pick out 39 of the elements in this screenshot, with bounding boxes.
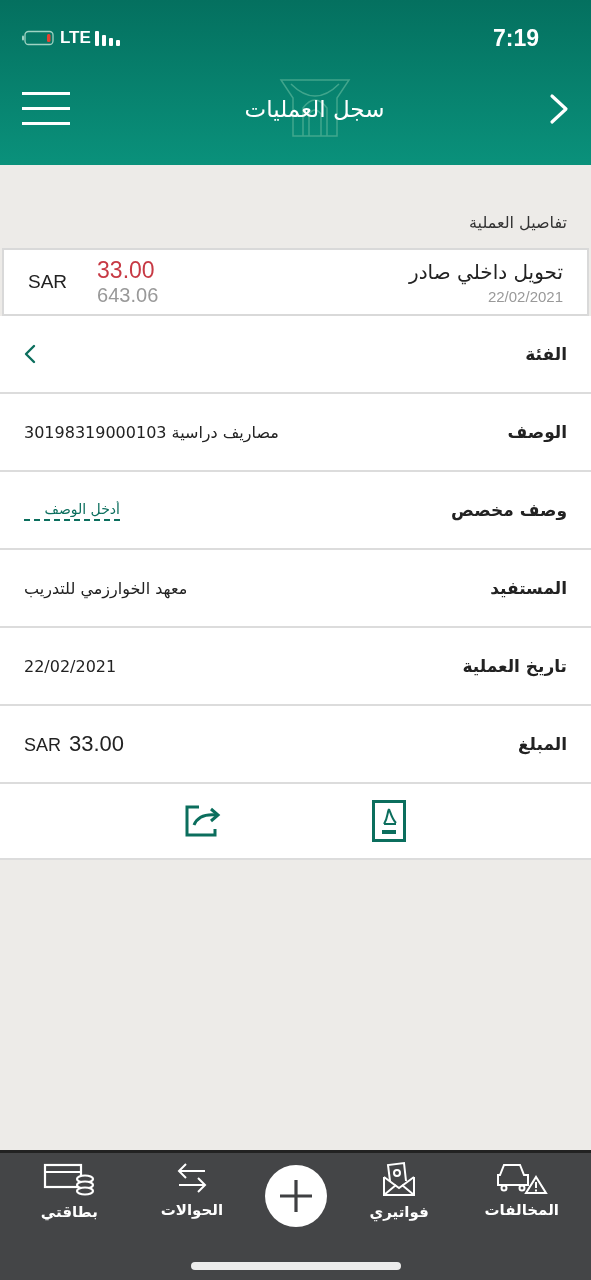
section-heading: تفاصيل العملية xyxy=(467,212,568,234)
clock-time: 7:19 xyxy=(492,24,539,52)
battery-icon xyxy=(22,30,56,46)
field-value: 22/02/2021 xyxy=(24,656,117,676)
amount-value: 33.00 xyxy=(69,731,125,757)
field-label: وصف مخصص xyxy=(451,500,567,520)
tab-item[interactable]: الحوالات xyxy=(141,1161,242,1219)
field-label: المبلغ xyxy=(517,734,567,754)
menu-icon xyxy=(22,89,70,128)
tab-item[interactable]: بطاقتي xyxy=(19,1161,120,1221)
plus-icon xyxy=(277,1178,314,1214)
chevron-right-icon xyxy=(549,92,569,125)
currency-label: SAR xyxy=(28,271,68,293)
field-label: الفئة xyxy=(525,344,567,364)
share-button[interactable] xyxy=(185,805,222,837)
balance-amount: 643.06 xyxy=(97,284,159,307)
field-value: معهد الخوارزمي للتدريب xyxy=(24,578,188,598)
field-label: تاريخ العملية xyxy=(462,656,567,676)
menu-button[interactable] xyxy=(22,89,70,128)
currency-label: SAR xyxy=(24,735,61,756)
transaction-amount: 33.00 xyxy=(97,257,156,284)
field-label: الوصف xyxy=(507,422,567,442)
chevron-left-icon xyxy=(24,344,36,364)
tab-item[interactable]: المخالفات xyxy=(471,1161,572,1219)
transaction-date: 22/02/2021 xyxy=(486,287,563,305)
signal-icon xyxy=(94,30,122,46)
field-label: المستفيد xyxy=(490,578,567,598)
transaction-title: تحويل داخلي صادر xyxy=(409,259,563,284)
field-value: مصاريف دراسية 30198319000103 xyxy=(24,422,279,442)
pdf-file-icon xyxy=(371,800,406,842)
car-warning-icon xyxy=(495,1161,548,1195)
pdf-button[interactable] xyxy=(371,800,406,842)
screen-title: سجل العمليات xyxy=(244,95,385,122)
network-label: LTE xyxy=(60,28,91,48)
card-coins-icon xyxy=(43,1161,96,1197)
forward-button[interactable] xyxy=(549,92,569,125)
chevron-button[interactable] xyxy=(24,344,36,364)
share-icon xyxy=(185,805,222,837)
tab-item[interactable]: فواتيري xyxy=(349,1161,450,1221)
